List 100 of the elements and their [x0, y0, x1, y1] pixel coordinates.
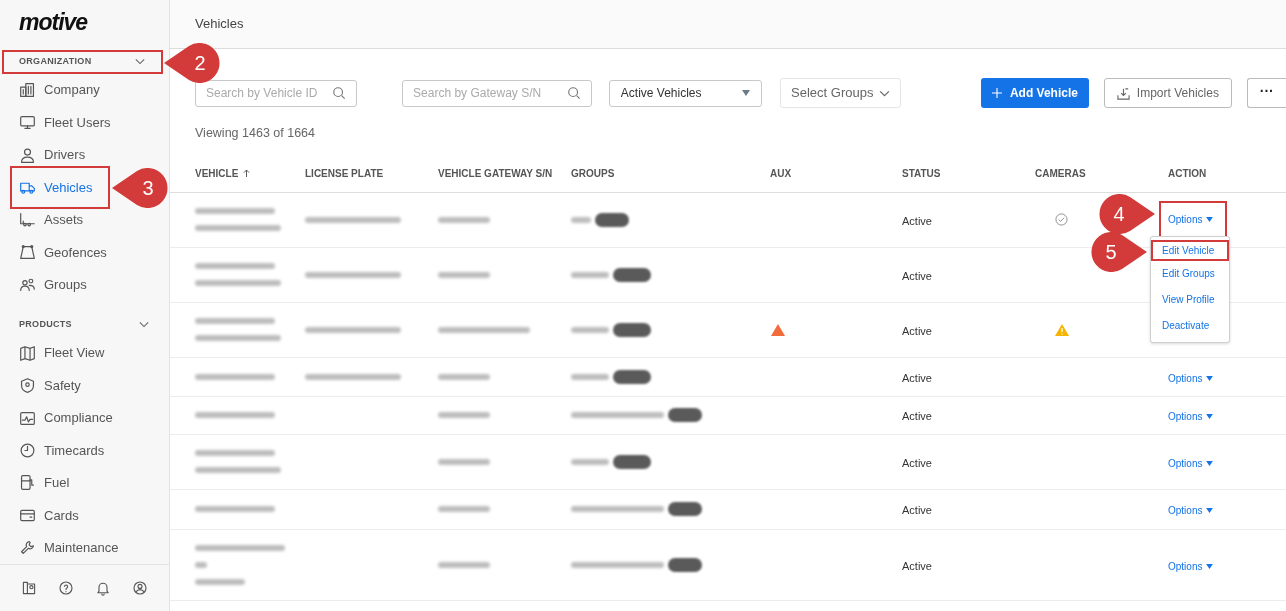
blurred-text [571, 216, 591, 223]
search-icon [566, 86, 581, 100]
user-icon[interactable] [132, 580, 149, 596]
column-header: AUX [770, 166, 792, 181]
blurred-badge [613, 369, 651, 384]
menu-item[interactable]: View Profile [1162, 291, 1215, 309]
blurred-text [438, 412, 490, 419]
column-header: VEHICLE [195, 166, 239, 181]
blurred-text [438, 458, 490, 465]
blurred-badge [668, 502, 702, 517]
nav-item[interactable]: Groups [17, 268, 89, 301]
wrench-icon [19, 539, 36, 557]
map-icon [19, 344, 36, 362]
import-icon [1116, 86, 1130, 100]
caret-icon [742, 90, 751, 96]
people-icon [19, 276, 36, 294]
geofence-icon [19, 243, 36, 261]
status-text: Active [902, 504, 932, 517]
blurred-badge [613, 267, 651, 282]
column-header: STATUS [902, 166, 941, 181]
nav-item[interactable]: Cards [17, 499, 81, 532]
blurred-text [571, 373, 609, 380]
nav-item[interactable]: Geofences [17, 236, 109, 269]
column-header: VEHICLE GATEWAY S/N [438, 166, 553, 181]
groups-dropdown[interactable]: Select Groups [780, 78, 901, 108]
column-header: LICENSE PLATE [305, 166, 384, 181]
nav-item[interactable]: Company [17, 73, 102, 107]
section-title: PRODUCTS [19, 318, 72, 332]
options-link[interactable]: Options [1168, 558, 1214, 574]
help-icon[interactable] [57, 580, 74, 596]
trailer-icon [19, 211, 36, 229]
menu-item[interactable]: Edit Groups [1162, 265, 1215, 283]
status-text: Active [902, 214, 932, 227]
options-link[interactable]: Options [1168, 370, 1214, 386]
caret-icon [1206, 217, 1214, 223]
column-header: GROUPS [571, 166, 615, 181]
caret-icon [1206, 508, 1214, 514]
blurred-text [438, 561, 490, 568]
column-header: CAMERAS [1035, 166, 1086, 181]
nav-item[interactable]: Safety [17, 369, 83, 402]
options-link[interactable]: Options [1168, 409, 1214, 425]
chevron-icon [878, 89, 890, 97]
options-link[interactable]: Options [1168, 212, 1214, 228]
blurred-badge [595, 212, 629, 227]
options-link[interactable]: Options [1168, 503, 1214, 519]
blurred-text [195, 561, 207, 568]
blurred-text [571, 326, 609, 333]
blurred-badge [668, 557, 702, 572]
status-text: Active [902, 324, 932, 337]
status-text: Active [902, 456, 932, 469]
status-text: Active [902, 559, 932, 572]
nav-item[interactable]: Fuel [17, 466, 72, 500]
status-text: Active [902, 410, 932, 423]
fuel-pump-icon [19, 474, 36, 492]
status-text: Active [902, 269, 932, 282]
monitor-icon [19, 114, 36, 132]
nav-item[interactable]: Assets [17, 203, 85, 237]
nav-item[interactable]: Maintenance [17, 531, 121, 565]
options-link[interactable]: Options [1168, 455, 1214, 471]
import-vehicles-button[interactable]: Import Vehicles [1104, 78, 1232, 108]
plus-icon [991, 88, 1002, 98]
nav-item[interactable]: Fleet View [17, 336, 107, 370]
caret-icon [1206, 375, 1214, 381]
record-count: Viewing 1463 of 1664 [195, 125, 315, 142]
nav-item[interactable]: Drivers [17, 138, 88, 172]
blurred-text [438, 506, 490, 513]
building-icon [19, 81, 36, 99]
logo: motive [19, 9, 88, 35]
caret-icon [1206, 563, 1214, 569]
person-icon [19, 146, 36, 164]
page-title: Vehicles [195, 15, 244, 34]
blurred-badge [613, 454, 651, 469]
caret-icon [1206, 460, 1214, 466]
blurred-text [571, 271, 609, 278]
map-pin-icon[interactable] [20, 580, 37, 596]
nav-item[interactable]: Vehicles [17, 171, 95, 204]
blurred-text [438, 271, 490, 278]
clock-icon [19, 442, 36, 459]
more-button[interactable]: ··· [1246, 78, 1286, 108]
bell-icon[interactable] [95, 580, 112, 596]
nav-item[interactable]: Timecards [17, 434, 107, 467]
blurred-text [438, 216, 490, 223]
blurred-badge [668, 408, 702, 423]
nav-item[interactable]: Fleet Users [17, 106, 113, 139]
search-icon [332, 86, 347, 100]
shield-icon [19, 377, 36, 395]
add-vehicle-button[interactable]: Add Vehicle [980, 78, 1090, 108]
blurred-text [195, 578, 245, 585]
chart-icon [19, 409, 36, 427]
status-dropdown[interactable]: Active Vehicles [608, 79, 763, 107]
blurred-text [571, 458, 609, 465]
section-title: ORGANIZATION [19, 55, 92, 69]
column-header: ACTION [1168, 166, 1207, 181]
caret-icon [1206, 414, 1214, 420]
blurred-badge [613, 322, 651, 337]
blurred-text [438, 373, 490, 380]
nav-item[interactable]: Compliance [17, 401, 115, 435]
menu-item[interactable]: Edit Vehicle [1162, 241, 1215, 260]
status-text: Active [902, 371, 932, 384]
menu-item[interactable]: Deactivate [1162, 317, 1210, 335]
